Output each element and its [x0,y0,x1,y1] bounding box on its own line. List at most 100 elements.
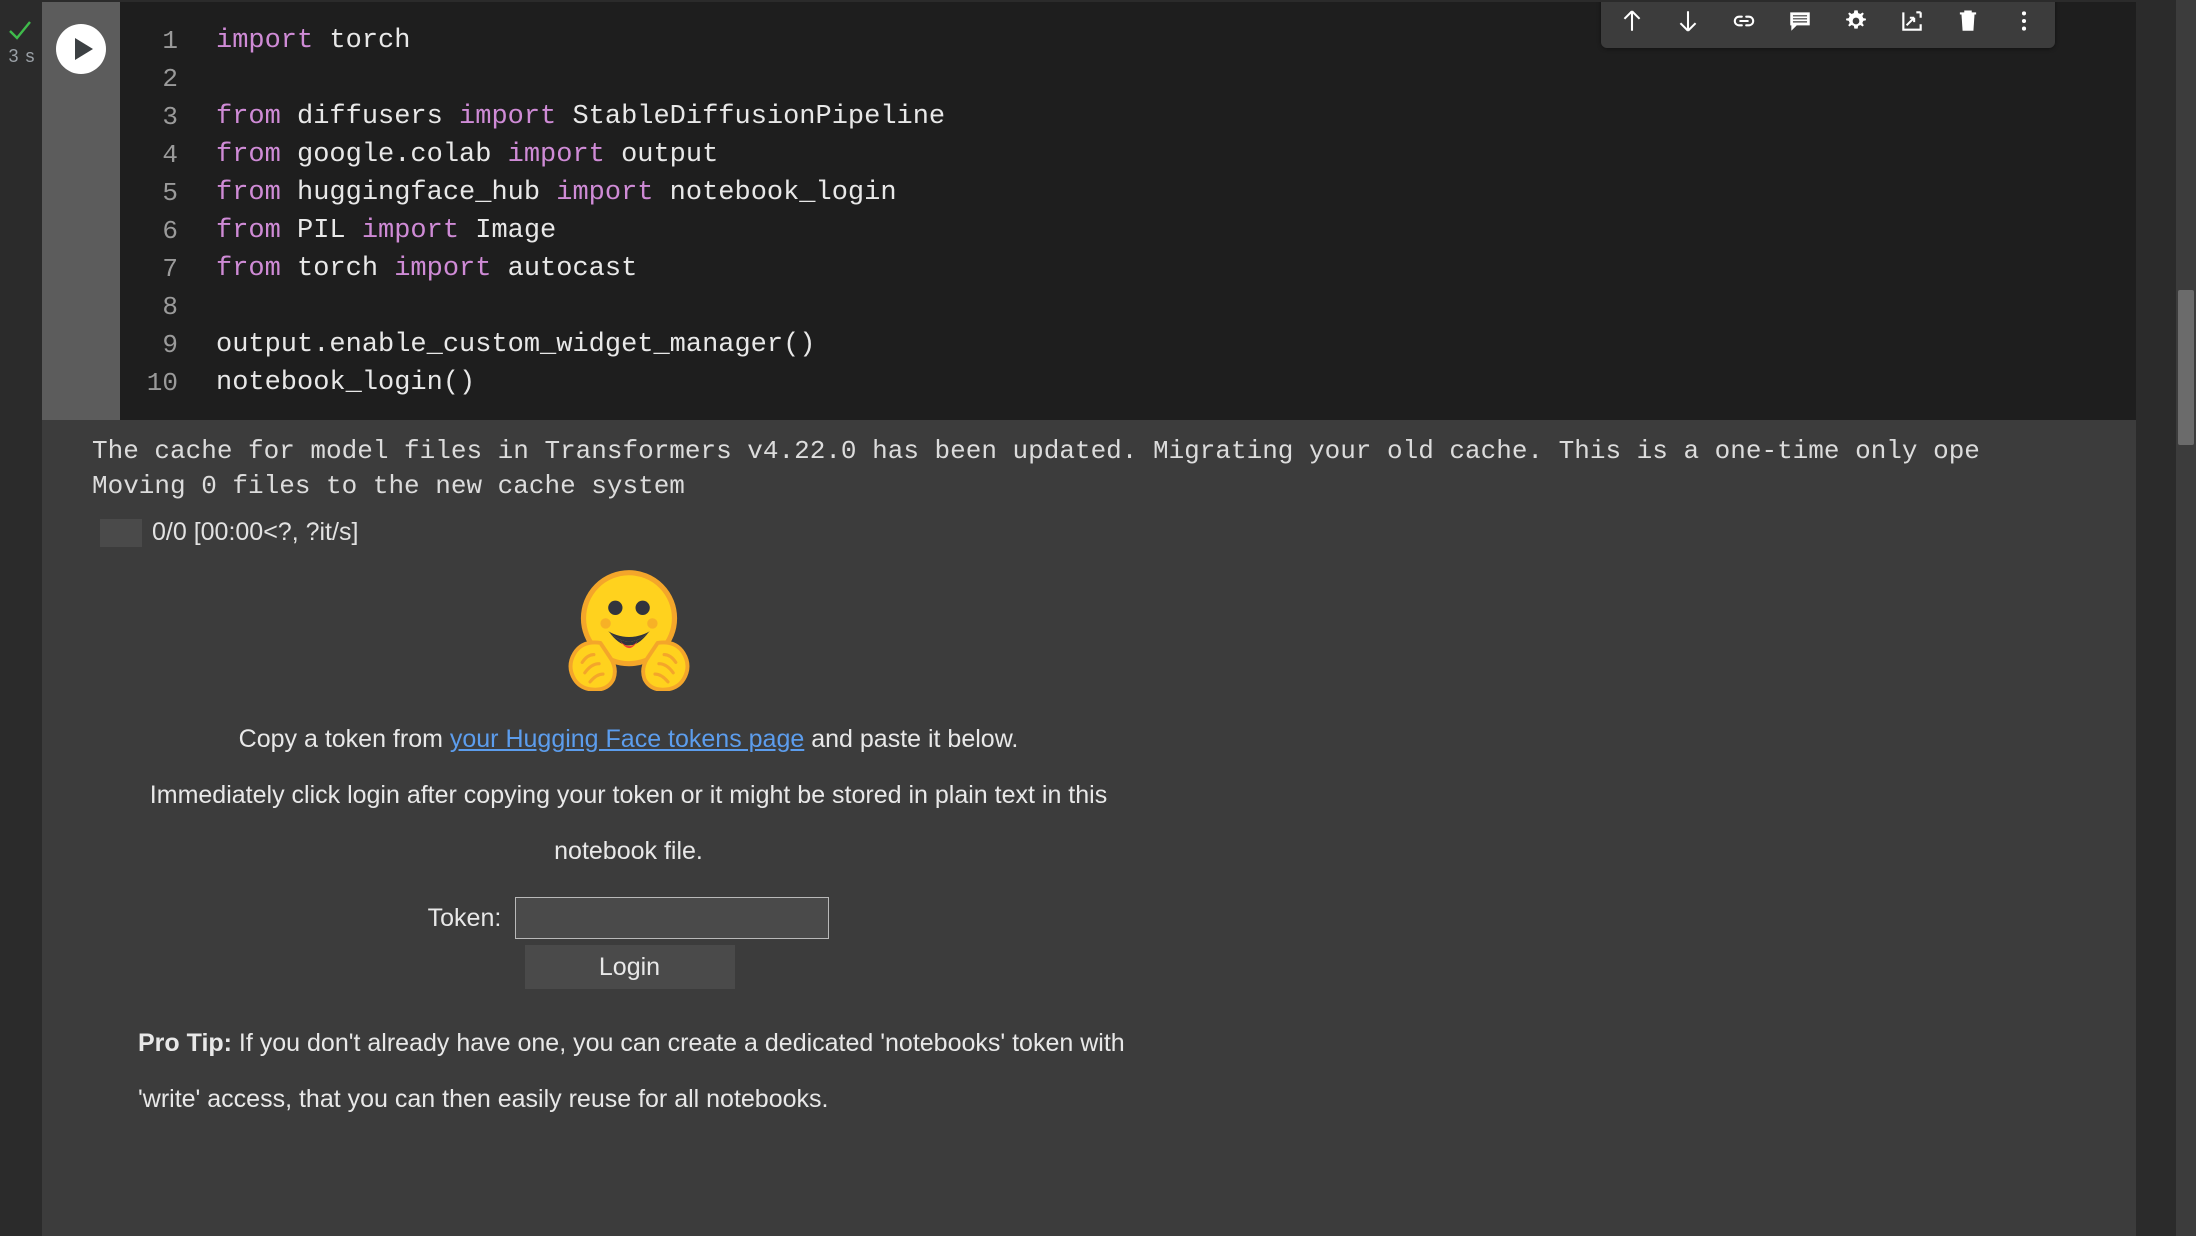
code-token: StableDiffusionPipeline [556,102,945,132]
move-cell-down-button[interactable] [1669,2,1707,40]
code-token: output [605,140,718,170]
add-comment-button[interactable] [1781,2,1819,40]
copy-token-suffix: and paste it below. [804,725,1018,753]
comment-icon [1787,8,1813,34]
progress-label: 0/0 [00:00<?, ?it/s] [152,518,358,547]
code-lines: 1import torch23from diffusers import Sta… [120,22,2176,402]
code-token: torch [281,254,394,284]
code-keyword: import [362,216,459,246]
output-stream-line-2: Moving 0 files to the new cache system [42,469,2136,504]
line-number: 5 [120,178,178,208]
code-line: 4from google.colab import output [120,136,2176,174]
code-keyword: from [216,254,281,284]
code-line: 10 notebook_login() [120,364,2176,402]
code-keyword: from [216,102,281,132]
mirror-cell-icon [1899,8,1925,34]
code-token: Image [459,216,556,246]
arrow-down-icon [1675,8,1701,34]
vertical-scrollbar-thumb[interactable] [2178,290,2194,445]
progress-row: 0/0 [00:00<?, ?it/s] [42,518,2136,547]
line-number: 3 [120,102,178,132]
code-keyword: from [216,178,281,208]
code-token: torch [313,26,410,56]
line-number: 6 [120,216,178,246]
code-line: 9 output.enable_custom_widget_manager() [120,326,2176,364]
code-editor[interactable]: 1import torch23from diffusers import Sta… [120,2,2176,420]
pro-tip-line-2: 'write' access, that you can then easily… [138,1071,1166,1127]
notebook-login-widget: Copy a token from your Hugging Face toke… [91,561,1166,1127]
code-line: 5from huggingface_hub import notebook_lo… [120,174,2176,212]
code-token: autocast [491,254,637,284]
cell-toolbar [1601,2,2055,48]
hugging-face-emoji [549,561,709,691]
code-line-text: from torch import autocast [178,254,637,284]
code-keyword: import [459,102,556,132]
code-keyword: import [508,140,605,170]
hf-tokens-page-link[interactable]: your Hugging Face tokens page [450,725,804,753]
code-token: PIL [281,216,362,246]
code-line-text: from google.colab import output [178,140,718,170]
line-number: 1 [120,26,178,56]
code-token: notebook_login() [216,368,475,398]
right-margin-strip [2136,0,2176,420]
login-warning-line-2: notebook file. [91,823,1166,879]
token-label: Token: [428,904,502,933]
cell-status-gutter: 3 s [0,0,42,1236]
login-warning-line-1: Immediately click login after copying yo… [91,767,1166,823]
notebook-cell-root: 3 s 1import torch23from diffusers import… [0,0,2196,1236]
gear-icon [1843,8,1869,34]
token-row: Token: [91,897,1166,939]
token-input[interactable] [515,897,829,939]
code-keyword: from [216,140,281,170]
more-options-button[interactable] [2005,2,2043,40]
code-token: huggingface_hub [281,178,556,208]
run-cell-button[interactable] [56,24,106,74]
code-line: 8 [120,288,2176,326]
code-line-text: import torch [178,26,410,56]
more-vert-icon [2011,8,2037,34]
trash-icon [1955,8,1981,34]
pro-tip: Pro Tip: If you don't already have one, … [91,1015,1166,1127]
code-keyword: import [556,178,653,208]
cell-output-area: The cache for model files in Transformer… [42,420,2136,1236]
play-icon [75,38,93,60]
code-keyword: from [216,216,281,246]
line-number: 2 [120,64,178,94]
vertical-scrollbar-track[interactable] [2176,0,2196,1236]
code-line-text: notebook_login() [178,368,475,398]
delete-cell-button[interactable] [1949,2,1987,40]
code-token: google.colab [281,140,508,170]
code-token: output.enable_custom_widget_manager() [216,330,816,360]
code-keyword: import [394,254,491,284]
line-number: 9 [120,330,178,360]
code-keyword: import [216,26,313,56]
line-number: 10 [120,368,178,398]
move-cell-up-button[interactable] [1613,2,1651,40]
copy-token-prefix: Copy a token from [239,725,450,753]
run-button-column [42,2,120,420]
code-line: 6from PIL import Image [120,212,2176,250]
cell-settings-button[interactable] [1837,2,1875,40]
line-number: 7 [120,254,178,284]
login-row: Login [91,945,1166,989]
code-line-text: from diffusers import StableDiffusionPip… [178,102,945,132]
copy-token-instruction: Copy a token from your Hugging Face toke… [91,711,1166,767]
code-line-text: output.enable_custom_widget_manager() [178,330,816,360]
arrow-up-icon [1619,8,1645,34]
check-icon [8,18,32,42]
code-line: 2 [120,60,2176,98]
link-to-cell-button[interactable] [1725,2,1763,40]
line-number: 4 [120,140,178,170]
code-line-text: from PIL import Image [178,216,556,246]
progress-bar [100,519,142,547]
code-line: 3from diffusers import StableDiffusionPi… [120,98,2176,136]
pro-tip-line-1: If you don't already have one, you can c… [232,1029,1125,1057]
mirror-cell-button[interactable] [1893,2,1931,40]
output-stream-line-1: The cache for model files in Transformer… [42,420,2136,469]
cell-execution-time: 3 s [4,46,40,67]
link-icon [1731,8,1757,34]
code-line: 7from torch import autocast [120,250,2176,288]
pro-tip-label: Pro Tip: [138,1029,232,1057]
code-line-text: from huggingface_hub import notebook_log… [178,178,897,208]
login-button[interactable]: Login [525,945,735,989]
